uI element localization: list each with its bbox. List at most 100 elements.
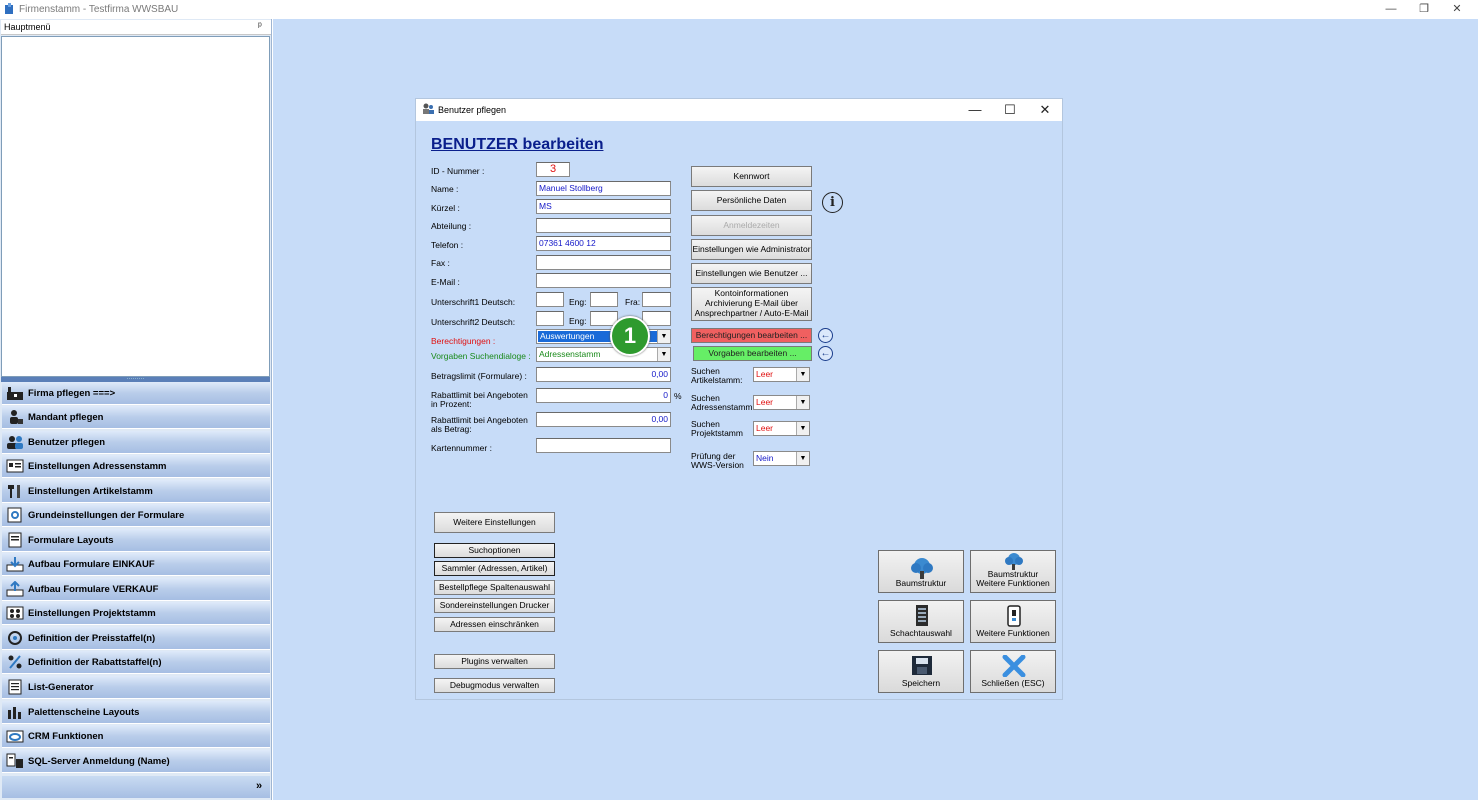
app-icon [4,3,16,15]
schachtauswahl-button[interactable]: Schachtauswahl [878,600,964,643]
chevron-down-icon[interactable]: ▼ [796,396,809,409]
main-menu-tree[interactable] [1,36,270,377]
chevron-down-icon[interactable]: ▼ [796,422,809,435]
sidebar-item-crm-funktionen[interactable]: CRM Funktionen [2,725,270,748]
pin-icon[interactable]: ᵖ [258,21,262,32]
sidebar-item-label: CRM Funktionen [28,731,104,742]
sidebar-item-einstellungen-adressenstamm[interactable]: Einstellungen Adressenstamm [2,455,270,478]
schachtauswahl-label: Schachtauswahl [890,628,952,639]
vorgaben-bearbeiten-button[interactable]: Vorgaben bearbeiten ... [693,346,812,361]
persoenliche-daten-button[interactable]: Persönliche Daten [691,190,812,211]
pruefung-dropdown[interactable]: Nein ▼ [753,451,810,466]
printer-tray-icon [879,605,963,627]
sidebar-item-sql-server-anmeldung-name[interactable]: SQL-Server Anmeldung (Name) [2,750,270,773]
kartennummer-label: Kartennummer : [431,443,492,453]
close-x-icon [971,654,1055,678]
window-title: Firmenstamm - Testfirma WWSBAU [19,4,179,15]
restore-button[interactable]: ❐ [1409,2,1439,16]
unterschrift1-fra-field[interactable] [642,292,671,307]
suchen-adressen-dropdown[interactable]: Leer ▼ [753,395,810,410]
name-field[interactable]: Manuel Stollberg [536,181,671,196]
sidebar-item-einstellungen-projektstamm[interactable]: Einstellungen Projektstamm [2,602,270,625]
dialog-close-button[interactable]: ✕ [1030,101,1060,119]
sidebar-item-definition-der-preisstaffel-n[interactable]: Definition der Preisstaffel(n) [2,627,270,650]
baumstruktur-button[interactable]: Baumstruktur [878,550,964,593]
sidebar-item-aufbau-formulare-verkauf[interactable]: Aufbau Formulare VERKAUF [2,578,270,601]
chevron-more-icon[interactable]: » [256,780,262,792]
sidebar-item-label: Palettenscheine Layouts [28,707,140,718]
email-field[interactable] [536,273,671,288]
page-title: BENUTZER bearbeiten [431,136,604,153]
sidebar-footer [2,776,270,798]
info-icon[interactable]: i [822,192,843,213]
close-button[interactable]: ✕ [1442,2,1472,16]
telefon-field[interactable]: 07361 4600 12 [536,236,671,251]
dialog-minimize-button[interactable]: — [960,101,990,119]
bestellpflege-button[interactable]: Bestellpflege Spaltenauswahl [434,580,555,595]
sidebar-item-formulare-layouts[interactable]: Formulare Layouts [2,529,270,552]
id-field[interactable]: 3 [536,162,570,177]
rabatt-prozent-field[interactable]: 0 [536,388,671,403]
unterschrift1-de-field[interactable] [536,292,564,307]
sidebar-item-einstellungen-artikelstamm[interactable]: Einstellungen Artikelstamm [2,480,270,503]
tree-icon [879,557,963,579]
sidebar-item-firma-pflegen[interactable]: Firma pflegen ===> [2,382,270,405]
weitere-funktionen-button[interactable]: Weitere Funktionen [970,600,1056,643]
abteilung-field[interactable] [536,218,671,233]
tools-icon [6,483,24,499]
abteilung-label: Abteilung : [431,221,472,231]
suchoptionen-button[interactable]: Suchoptionen [434,543,555,558]
suchen-artikel-dropdown[interactable]: Leer ▼ [753,367,810,382]
user-tree-icon [6,409,24,425]
sidebar-item-palettenscheine-layouts[interactable]: Palettenscheine Layouts [2,701,270,724]
vorgaben-dropdown[interactable]: Adressenstamm ▼ [536,347,671,362]
sidebar-item-benutzer-pflegen[interactable]: Benutzer pflegen [2,431,270,454]
sidebar-item-grundeinstellungen-der-formulare[interactable]: Grundeinstellungen der Formulare [2,504,270,527]
list-icon [6,679,24,695]
sidebar-item-definition-der-rabattstaffel-n[interactable]: Definition der Rabattstaffel(n) [2,651,270,674]
rabatt-betrag-label-2: als Betrag: [431,424,472,434]
einstellungen-benutzer-button[interactable]: Einstellungen wie Benutzer ... [691,263,812,284]
suchen-artikel-value: Leer [756,369,774,379]
kartennummer-field[interactable] [536,438,671,453]
sammler-button[interactable]: Sammler (Adressen, Artikel) [434,561,555,576]
sondereinstellungen-drucker-button[interactable]: Sondereinstellungen Drucker [434,598,555,613]
suchen-projekt-dropdown[interactable]: Leer ▼ [753,421,810,436]
device-icon [971,605,1055,627]
plugins-verwalten-button[interactable]: Plugins verwalten [434,654,555,669]
vorgaben-label: Vorgaben Suchendialoge : [431,351,531,361]
main-menu-header: Hauptmenü [1,20,271,35]
kennwort-button[interactable]: Kennwort [691,166,812,187]
schliessen-button[interactable]: Schließen (ESC) [970,650,1056,693]
einstellungen-admin-button[interactable]: Einstellungen wie Administrator [691,239,812,260]
rabatt-prozent-label-2: in Prozent: [431,399,472,409]
speichern-button[interactable]: Speichern [878,650,964,693]
pallet-chart-icon [6,704,24,720]
dialog-title: Benutzer pflegen [438,105,507,115]
chevron-down-icon[interactable]: ▼ [657,348,670,361]
rabatt-betrag-field[interactable]: 0,00 [536,412,671,427]
betragslimit-field[interactable]: 0,00 [536,367,671,382]
adressen-einschraenken-button[interactable]: Adressen einschränken [434,617,555,632]
baumstruktur-weitere-button[interactable]: Baumstruktur Weitere Funktionen [970,550,1056,593]
sidebar-item-aufbau-formulare-einkauf[interactable]: Aufbau Formulare EINKAUF [2,553,270,576]
kontoinformationen-button[interactable]: Kontoinformationen Archivierung E-Mail ü… [691,287,812,321]
debugmodus-verwalten-button[interactable]: Debugmodus verwalten [434,678,555,693]
chevron-down-icon[interactable]: ▼ [796,452,809,465]
speichern-label: Speichern [901,678,941,689]
chevron-down-icon[interactable]: ▼ [657,330,670,343]
dialog-maximize-button[interactable]: ☐ [995,101,1025,119]
email-label: E-Mail : [431,277,460,287]
anmeldezeiten-button[interactable]: Anmeldezeiten [691,215,812,236]
berechtigungen-bearbeiten-button[interactable]: Berechtigungen bearbeiten ... [691,328,812,343]
minimize-button[interactable]: — [1376,2,1406,16]
chevron-down-icon[interactable]: ▼ [796,368,809,381]
unterschrift2-de-field[interactable] [536,311,564,326]
weitere-einstellungen-button[interactable]: Weitere Einstellungen [434,512,555,533]
sidebar-item-mandant-pflegen[interactable]: Mandant pflegen [2,406,270,429]
sidebar-item-list-generator[interactable]: List-Generator [2,676,270,699]
unterschrift1-eng-field[interactable] [590,292,618,307]
berechtigungen-dropdown[interactable]: Auswertungen ▼ [536,329,671,344]
kuerzel-field[interactable]: MS [536,199,671,214]
fax-field[interactable] [536,255,671,270]
